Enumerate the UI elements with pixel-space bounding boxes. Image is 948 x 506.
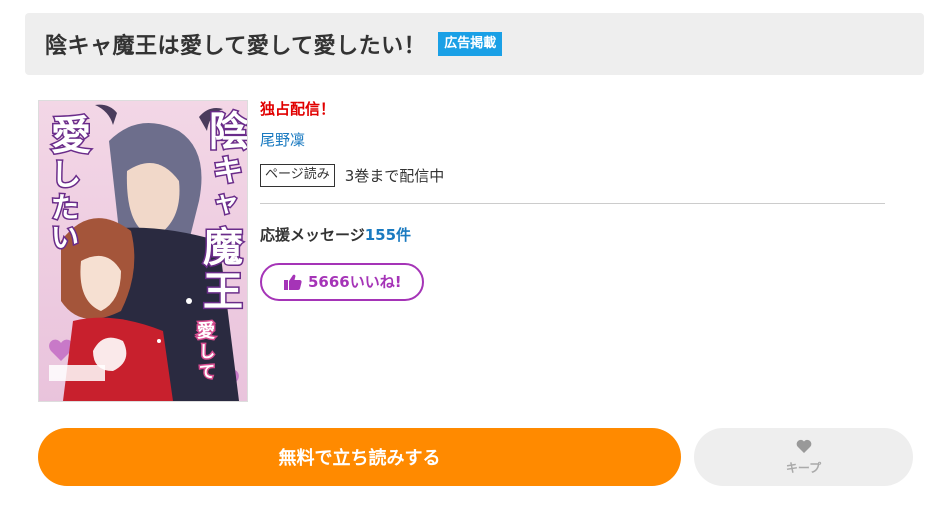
keep-button[interactable]: キープ — [694, 428, 913, 486]
free-preview-button[interactable]: 無料で立ち読みする — [38, 428, 681, 486]
cover-illustration: 陰 キ ャ 魔 王 愛 し た い 愛 し て — [39, 101, 248, 401]
svg-text:し: し — [199, 342, 215, 361]
exclusive-label: 独占配信！ — [260, 100, 336, 118]
heart-icon — [796, 438, 812, 457]
svg-text:魔: 魔 — [203, 225, 243, 271]
svg-text:し: し — [51, 158, 81, 193]
book-cover[interactable]: 陰 キ ャ 魔 王 愛 し た い 愛 し て — [38, 100, 248, 402]
page-title: 陰キャ魔王は愛して愛して愛したい！ — [45, 34, 427, 59]
svg-text:い: い — [51, 221, 79, 254]
cheer-count[interactable]: 155件 — [365, 226, 411, 244]
like-button[interactable]: 5666いいね! — [260, 262, 424, 301]
svg-text:キ: キ — [213, 154, 243, 189]
divider — [260, 202, 885, 204]
like-count: 5666いいね! — [308, 273, 402, 292]
svg-text:た: た — [51, 191, 79, 224]
volumes-text: 3巻まで配信中 — [344, 166, 445, 185]
svg-text:王: 王 — [203, 269, 243, 315]
author-link[interactable]: 尾野凜 — [260, 129, 885, 150]
svg-text:ャ: ャ — [213, 188, 239, 218]
book-info: 独占配信！ 尾野凜 ページ読み 3巻まで配信中 応援メッセージ155件 5666… — [260, 98, 885, 301]
cheer-label: 応援メッセージ — [260, 225, 365, 244]
svg-text:愛: 愛 — [51, 113, 91, 159]
svg-text:陰: 陰 — [209, 109, 248, 155]
ad-badge[interactable]: 広告掲載 — [438, 32, 503, 56]
format-badge: ページ読み — [260, 164, 335, 187]
title-header: 陰キャ魔王は愛して愛して愛したい！ 広告掲載 — [25, 13, 924, 75]
format-row: ページ読み 3巻まで配信中 — [260, 164, 885, 187]
svg-text:て: て — [199, 362, 215, 381]
cheer-messages[interactable]: 応援メッセージ155件 — [260, 224, 885, 245]
keep-label: キープ — [785, 461, 822, 475]
thumbs-up-icon — [284, 274, 302, 290]
svg-text:愛: 愛 — [197, 320, 215, 342]
